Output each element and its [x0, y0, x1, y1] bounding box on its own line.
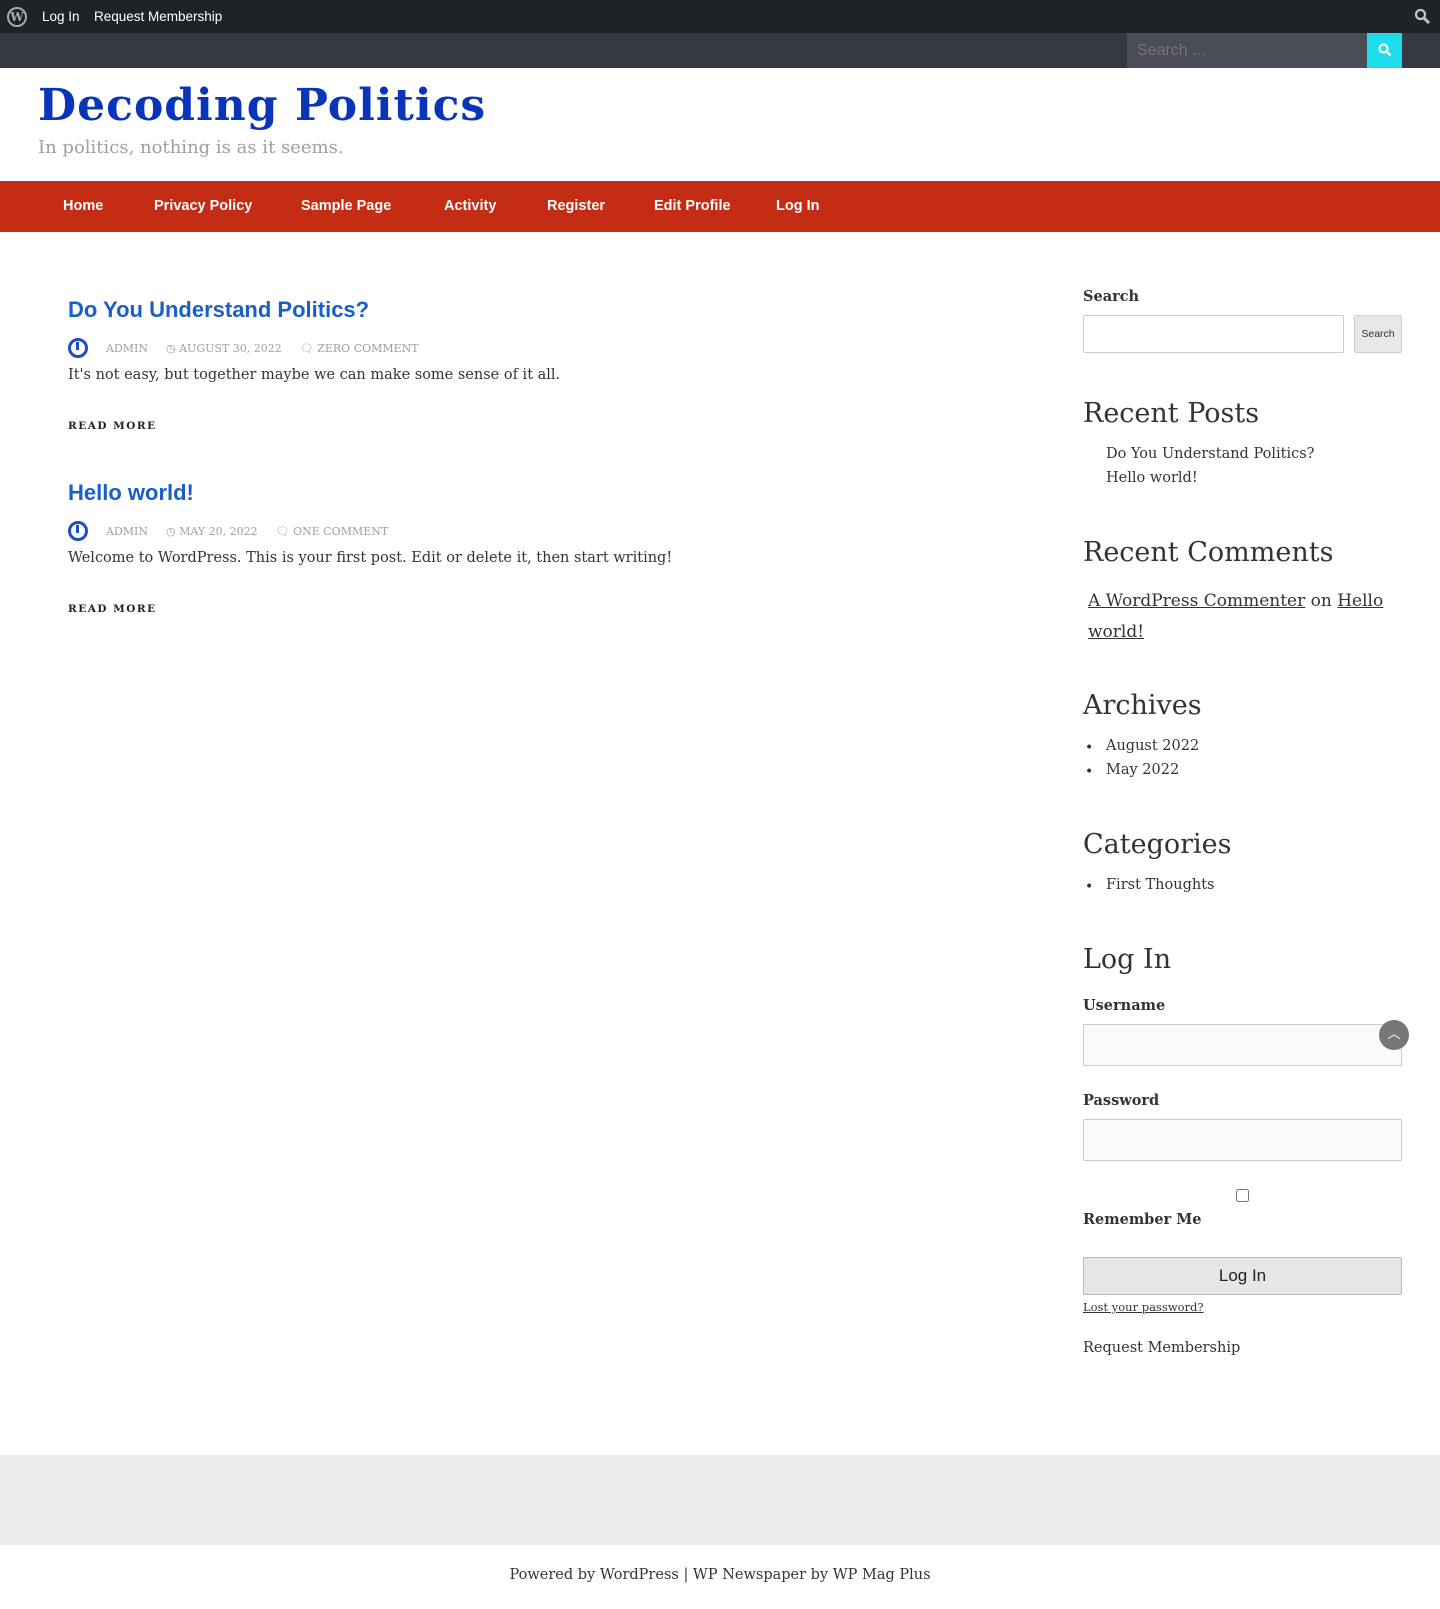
bullet: •: [1085, 879, 1094, 895]
nav-privacy-policy[interactable]: Privacy Policy: [154, 198, 252, 214]
nav-sample-page[interactable]: Sample Page: [301, 198, 391, 214]
lost-password-link[interactable]: Lost your password?: [1083, 1300, 1204, 1314]
nav-log-in[interactable]: Log In: [776, 198, 820, 214]
password-input[interactable]: [1083, 1119, 1402, 1161]
post-comments[interactable]: ONE COMMENT: [293, 525, 388, 538]
sidebar-search-input[interactable]: [1083, 315, 1344, 353]
username-label: Username: [1083, 997, 1166, 1014]
header-search-button[interactable]: [1367, 33, 1402, 68]
clock-icon: ◷: [166, 524, 180, 538]
footer-credit: Powered by WordPress | WP Newspaper by W…: [509, 1567, 931, 1583]
sidebar-search-label: Search: [1083, 288, 1140, 305]
admin-bar: W Log In Request Membership: [0, 0, 1440, 33]
footer-widgets-area: [0, 1455, 1440, 1545]
site-title[interactable]: Decoding Politics: [38, 80, 486, 131]
post-date[interactable]: AUGUST 30, 2022: [179, 342, 282, 355]
remember-me-checkbox[interactable]: [1236, 1189, 1249, 1202]
bullet: •: [1085, 764, 1094, 780]
request-membership-link[interactable]: Request Membership: [1083, 1340, 1240, 1356]
bullet: •: [1085, 740, 1094, 756]
search-icon: [1377, 43, 1391, 57]
header-search-input[interactable]: [1127, 33, 1367, 68]
category-link[interactable]: First Thoughts: [1106, 877, 1214, 893]
admin-search-icon[interactable]: [1414, 8, 1431, 25]
post-excerpt: Welcome to WordPress. This is your first…: [68, 550, 673, 566]
comment-author-link[interactable]: A WordPress Commenter: [1088, 591, 1305, 611]
login-submit-button[interactable]: Log In: [1083, 1257, 1402, 1295]
recent-comments-heading: Recent Comments: [1083, 537, 1334, 568]
nav-activity[interactable]: Activity: [444, 198, 496, 214]
admin-login-link[interactable]: Log In: [42, 9, 80, 24]
post-date[interactable]: MAY 20, 2022: [179, 525, 258, 538]
comment-post-link[interactable]: Hello: [1337, 591, 1383, 611]
post-comments[interactable]: ZERO COMMENT: [317, 342, 418, 355]
post-author[interactable]: ADMIN: [106, 342, 148, 355]
clock-icon: ◷: [166, 341, 180, 355]
recent-post-link[interactable]: Hello world!: [1106, 470, 1198, 486]
post-title[interactable]: Do You Understand Politics?: [68, 297, 369, 323]
read-more-link[interactable]: READ MORE: [68, 603, 157, 615]
post-title[interactable]: Hello world!: [68, 480, 194, 506]
username-input[interactable]: [1083, 1024, 1402, 1066]
author-avatar-icon: [68, 521, 88, 541]
scroll-to-top-button[interactable]: ︿: [1379, 1020, 1409, 1050]
post-meta: ADMIN ◷ AUGUST 30, 2022 🗨 ZERO COMMENT: [68, 338, 419, 358]
recent-posts-heading: Recent Posts: [1083, 398, 1260, 429]
main-nav: Home Privacy Policy Sample Page Activity…: [0, 181, 1440, 232]
nav-edit-profile[interactable]: Edit Profile: [654, 198, 731, 214]
archive-link[interactable]: August 2022: [1106, 738, 1199, 754]
comment-icon: 🗨: [299, 341, 318, 355]
site-tagline: In politics, nothing is as it seems.: [38, 137, 344, 158]
archive-link[interactable]: May 2022: [1106, 762, 1179, 778]
chevron-up-icon: ︿: [1387, 1027, 1401, 1042]
recent-comment: A WordPress Commenter on Hello world!: [1088, 586, 1388, 648]
post-excerpt: It's not easy, but together maybe we can…: [68, 367, 561, 383]
recent-post-link[interactable]: Do You Understand Politics?: [1106, 446, 1314, 462]
nav-register[interactable]: Register: [547, 198, 605, 214]
wordpress-logo-icon[interactable]: W: [7, 7, 27, 27]
remember-me-label: Remember Me: [1083, 1211, 1202, 1228]
comment-post-link[interactable]: world!: [1088, 622, 1144, 642]
sidebar-search-button[interactable]: Search: [1354, 315, 1402, 353]
categories-heading: Categories: [1083, 829, 1232, 860]
comment-on-text: on: [1310, 591, 1332, 611]
post-meta: ADMIN ◷ MAY 20, 2022 🗨 ONE COMMENT: [68, 521, 388, 541]
admin-request-membership-link[interactable]: Request Membership: [94, 9, 222, 24]
post-author[interactable]: ADMIN: [106, 525, 148, 538]
comment-icon: 🗨: [275, 524, 294, 538]
nav-home[interactable]: Home: [63, 198, 103, 214]
read-more-link[interactable]: READ MORE: [68, 420, 157, 432]
login-heading: Log In: [1083, 944, 1172, 975]
password-label: Password: [1083, 1092, 1160, 1109]
archives-heading: Archives: [1083, 690, 1202, 721]
author-avatar-icon: [68, 338, 88, 358]
